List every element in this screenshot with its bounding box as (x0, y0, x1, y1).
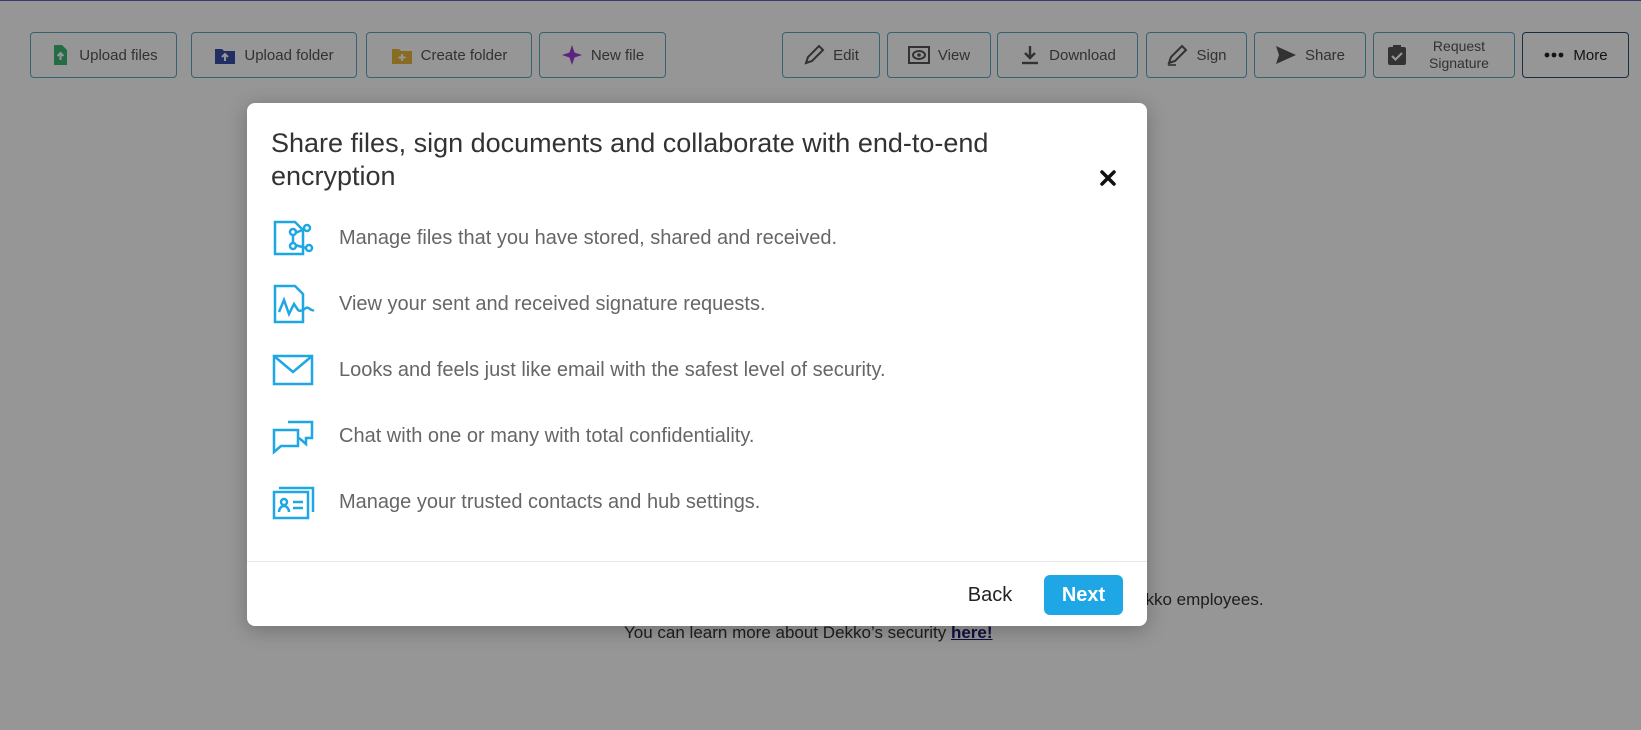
feature-email: Looks and feels just like email with the… (271, 345, 1091, 395)
signature-document-icon (271, 282, 315, 326)
close-icon (1099, 169, 1117, 187)
back-button[interactable]: Back (958, 575, 1022, 615)
feature-text: Manage your trusted contacts and hub set… (339, 490, 761, 513)
envelope-icon (271, 348, 315, 392)
feature-text: Looks and feels just like email with the… (339, 358, 886, 381)
feature-chat: Chat with one or many with total confide… (271, 411, 1091, 461)
modal-title: Share files, sign documents and collabor… (271, 128, 989, 191)
next-button[interactable]: Next (1044, 575, 1123, 615)
feature-manage-files: Manage files that you have stored, share… (271, 213, 1091, 263)
chat-bubbles-icon (271, 414, 315, 458)
feature-contacts: Manage your trusted contacts and hub set… (271, 477, 1091, 527)
feature-text: View your sent and received signature re… (339, 292, 766, 315)
close-button[interactable] (1095, 165, 1121, 191)
onboarding-modal: Share files, sign documents and collabor… (247, 103, 1147, 626)
feature-text: Manage files that you have stored, share… (339, 226, 838, 249)
file-share-icon (271, 216, 315, 260)
feature-text: Chat with one or many with total confide… (339, 424, 755, 447)
footer-divider (247, 561, 1147, 562)
contact-card-icon (271, 480, 315, 524)
feature-signature-requests: View your sent and received signature re… (271, 279, 1091, 329)
